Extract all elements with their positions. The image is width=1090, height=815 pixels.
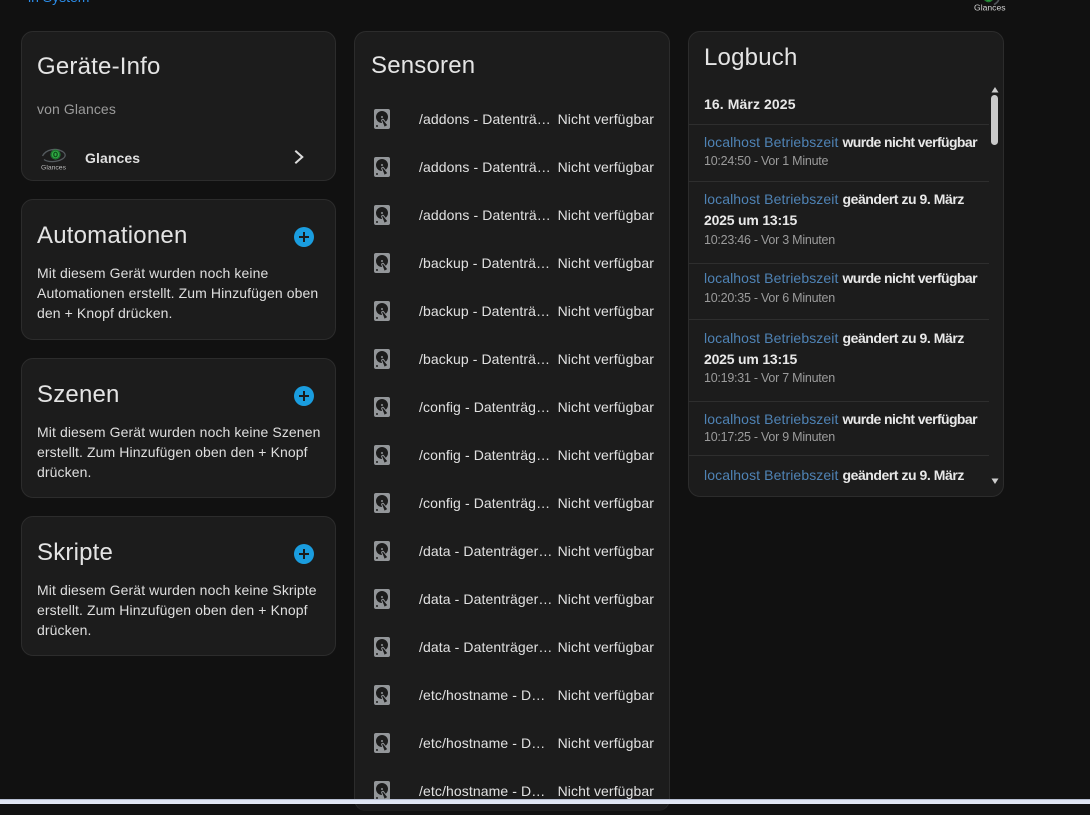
svg-text:Glances: Glances: [41, 165, 67, 172]
svg-text:Glances: Glances: [974, 3, 1006, 13]
